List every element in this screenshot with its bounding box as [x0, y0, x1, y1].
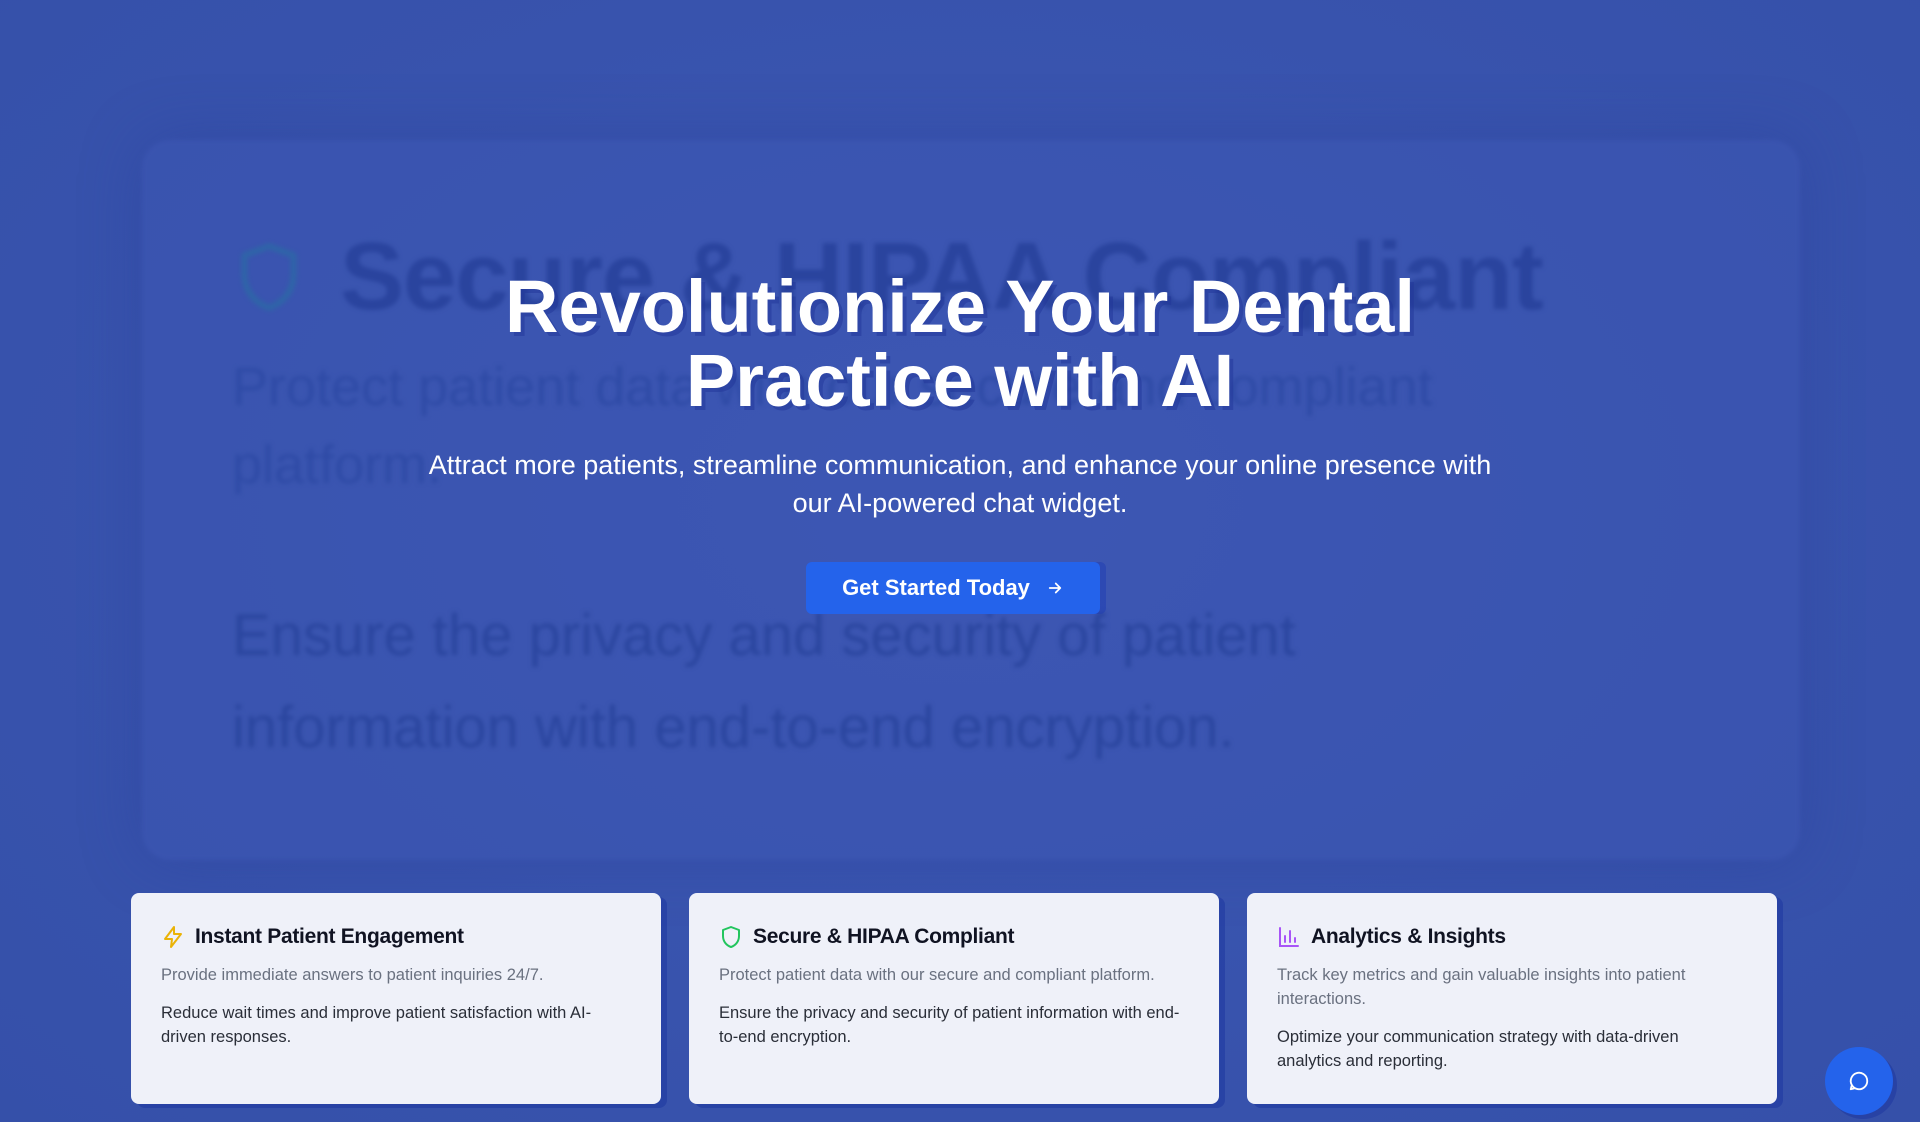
feature-body: Ensure the privacy and security of patie…: [719, 1004, 1180, 1046]
feature-title: Secure & HIPAA Compliant: [753, 925, 1015, 948]
feature-card-engagement: Instant Patient Engagement Provide immed…: [131, 893, 661, 1104]
background-body: Ensure the privacy and security of patie…: [232, 603, 1296, 760]
feature-card-analytics: Analytics & Insights Track key metrics a…: [1247, 893, 1777, 1104]
background-shield-icon: [241, 243, 297, 311]
feature-body: Reduce wait times and improve patient sa…: [161, 1004, 592, 1046]
feature-title: Instant Patient Engagement: [195, 925, 464, 948]
hero-title: Revolutionize Your Dental Practice with …: [504, 265, 1416, 422]
feature-description: Track key metrics and gain valuable insi…: [1277, 966, 1686, 1008]
get-started-button[interactable]: Get Started Today: [806, 562, 1100, 614]
chat-widget-button[interactable]: [1825, 1047, 1893, 1115]
bar-chart-icon: [1279, 927, 1299, 947]
feature-title: Analytics & Insights: [1311, 925, 1506, 948]
get-started-label: Get Started Today: [842, 575, 1030, 600]
lightning-icon: [164, 926, 182, 948]
feature-body: Optimize your communication strategy wit…: [1277, 1028, 1679, 1070]
feature-card-security: Secure & HIPAA Compliant Protect patient…: [689, 893, 1219, 1104]
hero-subtitle: Attract more patients, streamline commun…: [428, 450, 1492, 518]
shield-icon: [722, 926, 740, 948]
feature-description: Protect patient data with our secure and…: [719, 966, 1155, 984]
chat-bubble-icon: [1849, 1071, 1869, 1091]
feature-description: Provide immediate answers to patient inq…: [161, 966, 544, 984]
arrow-right-icon: [1048, 582, 1062, 594]
